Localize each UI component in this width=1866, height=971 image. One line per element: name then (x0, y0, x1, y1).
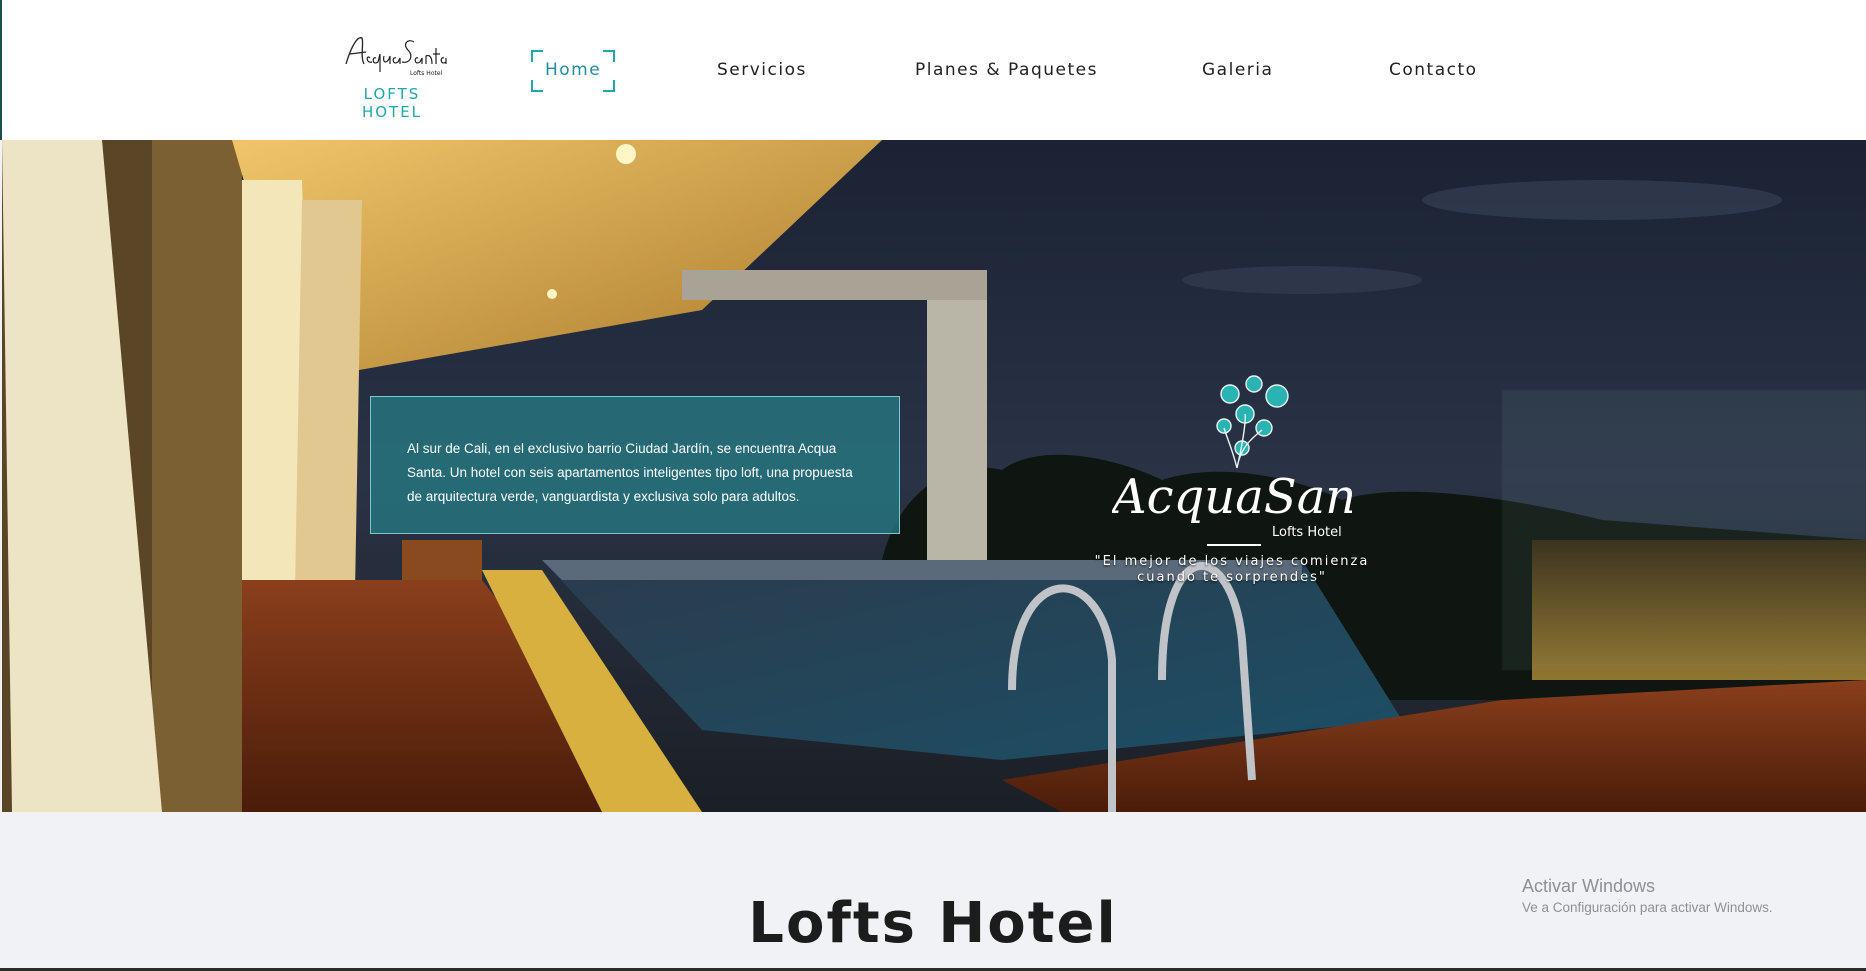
nav-planes-label: Planes & Paquetes (915, 60, 1098, 80)
nav-home[interactable]: Home (531, 50, 616, 92)
hero-pool-image (2, 140, 1866, 812)
nav-planes-paquetes[interactable]: Planes & Paquetes (915, 50, 1098, 90)
nav-galeria[interactable]: Galeria (1202, 50, 1273, 90)
quote-line-2: cuando te sorprendes" (1137, 570, 1327, 585)
watermark-subtitle: Ve a Configuración para activar Windows. (1522, 900, 1773, 915)
logo-script-icon: Lofts Hotel (345, 37, 447, 77)
hero-logo-small: Lofts Hotel (1272, 525, 1342, 540)
quote-divider (1207, 544, 1261, 546)
quote-line-1: "El mejor de los viajes comienza (1094, 554, 1370, 569)
intro-description: Al sur de Cali, en el exclusivo barrio C… (407, 441, 853, 504)
intro-info-box: Al sur de Cali, en el exclusivo barrio C… (370, 396, 900, 534)
windows-activation-watermark: Activar Windows Ve a Configuración para … (1522, 876, 1773, 915)
brand-logo[interactable]: Lofts Hotel LOFTS HOTEL (332, 30, 452, 121)
hero-logo-script: AcquaSanta (1112, 469, 1352, 525)
logo-subtitle: LOFTS HOTEL (361, 85, 423, 121)
nav-contacto-label: Contacto (1389, 60, 1478, 80)
flower-icon (1216, 375, 1289, 469)
watermark-title: Activar Windows (1522, 876, 1656, 896)
nav-galeria-label: Galeria (1202, 60, 1274, 80)
site-header: Lofts Hotel LOFTS HOTEL Home Servicios P… (0, 0, 1866, 140)
hero-quote: "El mejor de los viajes comienza cuando … (1082, 554, 1382, 586)
nav-servicios[interactable]: Servicios (717, 50, 807, 90)
logo-small-text: Lofts Hotel (410, 70, 443, 77)
nav-servicios-label: Servicios (717, 60, 807, 80)
hero-banner: Al sur de Cali, en el exclusivo barrio C… (2, 140, 1866, 812)
nav-contacto[interactable]: Contacto (1389, 50, 1478, 90)
acqua-santa-hero-logo: AcquaSanta Lofts Hotel (1112, 375, 1352, 540)
nav-home-label: Home (545, 60, 602, 80)
